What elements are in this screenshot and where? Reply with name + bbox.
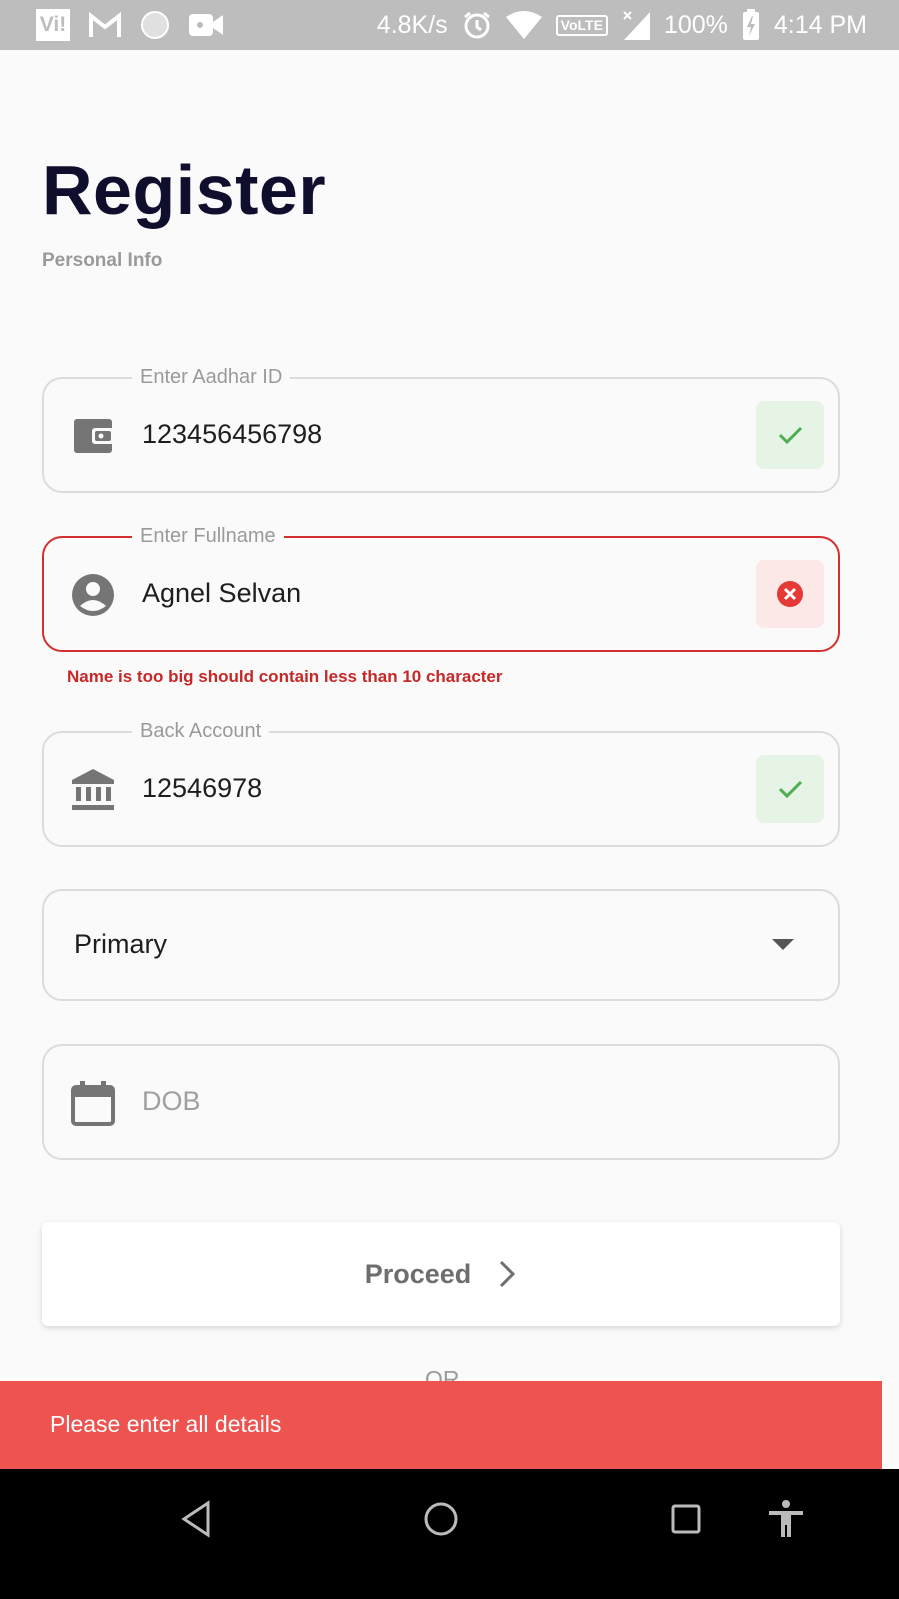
signal-icon: [623, 11, 650, 40]
aadhar-input[interactable]: 123456456798: [142, 419, 322, 450]
fullname-error-badge: [756, 560, 824, 628]
vi-logo: Vi!: [36, 9, 70, 41]
bank-icon: [72, 769, 114, 810]
aadhar-field[interactable]: Enter Aadhar ID 123456456798: [42, 364, 840, 493]
page-title: Register: [42, 151, 327, 229]
fullname-error-text: Name is too big should contain less than…: [67, 667, 503, 686]
back-icon[interactable]: [178, 1499, 218, 1539]
account-field[interactable]: Back Account 12546978: [42, 718, 840, 847]
navigation-bar: [0, 1469, 899, 1599]
status-bar: Vi! 4.8K/s VoLTE 100% 4:14 PM: [0, 0, 899, 50]
proceed-label: Proceed: [364, 1258, 472, 1289]
recents-icon[interactable]: [666, 1499, 706, 1539]
circle-icon: [141, 11, 169, 39]
status-bar-right: 4.8K/s VoLTE 100% 4:14 PM: [377, 0, 867, 50]
fullname-field[interactable]: Enter Fullname Agnel Selvan: [42, 523, 840, 652]
network-speed: 4.8K/s: [376, 10, 448, 39]
page-subtitle: Personal Info: [42, 250, 163, 271]
account-type-dropdown[interactable]: Primary: [42, 889, 840, 1001]
check-icon: [778, 426, 803, 445]
error-circle-icon: [777, 581, 803, 607]
dropdown-arrow-icon[interactable]: [772, 939, 794, 950]
account-input[interactable]: 12546978: [142, 773, 262, 804]
accessibility-icon[interactable]: [766, 1499, 806, 1539]
dob-field[interactable]: DOB: [42, 1044, 840, 1160]
snackbar: Please enter all details: [0, 1381, 882, 1469]
aadhar-valid-badge: [756, 401, 824, 469]
volte-icon: VoLTE: [555, 14, 608, 36]
alarm-icon: [463, 11, 490, 39]
gmail-icon: [89, 11, 121, 37]
check-icon: [778, 780, 803, 799]
proceed-button[interactable]: Proceed: [42, 1222, 840, 1326]
battery-level: 100%: [663, 10, 728, 39]
account-type-value: Primary: [74, 929, 167, 959]
clock: 4:14 PM: [773, 10, 867, 39]
home-icon[interactable]: [421, 1499, 461, 1539]
account-label: Back Account: [132, 718, 270, 744]
wallet-icon: [74, 419, 114, 453]
account-valid-badge: [756, 755, 824, 823]
account-circle-icon: [72, 574, 114, 616]
status-bar-left: Vi!: [36, 9, 224, 41]
aadhar-label: Enter Aadhar ID: [132, 364, 291, 390]
battery-charging-icon: [742, 9, 759, 40]
fullname-input[interactable]: Agnel Selvan: [142, 578, 301, 609]
fullname-label: Enter Fullname: [132, 523, 284, 549]
wifi-icon: [505, 11, 542, 39]
dob-input[interactable]: DOB: [142, 1086, 201, 1117]
video-icon: [189, 14, 223, 36]
chevron-right-icon: [500, 1260, 516, 1288]
calendar-icon: [71, 1081, 115, 1126]
snackbar-message: Please enter all details: [50, 1411, 282, 1437]
